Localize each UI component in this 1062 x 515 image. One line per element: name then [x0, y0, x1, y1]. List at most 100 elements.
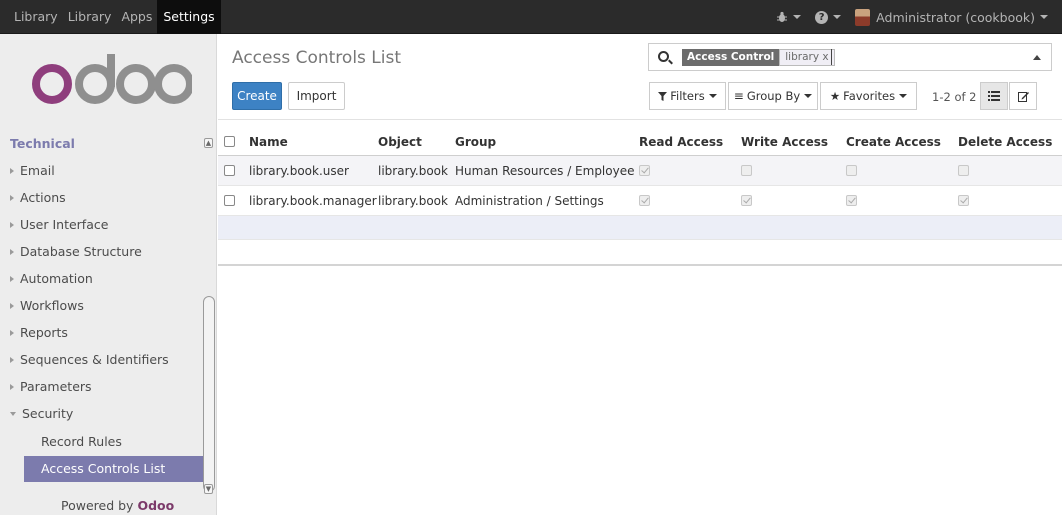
favorites-button[interactable]: ★ Favorites: [820, 82, 917, 110]
cell-group: Human Resources / Employee: [455, 163, 635, 178]
powered-by: Powered by Odoo: [61, 498, 174, 513]
menu-item-label: Sequences & Identifiers: [20, 352, 169, 367]
checkbox[interactable]: [224, 195, 235, 206]
bug-icon: [777, 11, 788, 22]
chevron-down-icon: [708, 94, 717, 98]
search-input[interactable]: [831, 49, 832, 65]
column-header-write-access[interactable]: Write Access: [741, 128, 828, 155]
caret-up-icon[interactable]: [1033, 55, 1041, 60]
select-all-checkbox[interactable]: [224, 128, 235, 155]
menu-item-reports[interactable]: Reports: [10, 325, 68, 340]
empty-row: [218, 216, 1062, 240]
create-access-checkbox: [846, 195, 857, 206]
favorites-label: Favorites: [843, 89, 896, 103]
cell-delete-access: [958, 156, 969, 185]
top-navbar: Library Library Apps Settings ? Administ…: [0, 0, 1062, 34]
table-row[interactable]: library.book.user library.book Human Res…: [218, 156, 1062, 186]
read-access-checkbox: [639, 165, 650, 176]
menu-item-security[interactable]: Security: [10, 406, 73, 421]
menu-item-label: Database Structure: [20, 244, 142, 259]
search-box[interactable]: Access Control library x: [648, 43, 1052, 71]
chevron-down-icon: [793, 15, 802, 19]
menu-item-sequences[interactable]: Sequences & Identifiers: [10, 352, 169, 367]
table-header: Name Object Group Read Access Write Acce…: [218, 128, 1062, 156]
create-button[interactable]: Create: [232, 82, 282, 110]
menu-item-email[interactable]: Email: [10, 163, 55, 178]
row-select-checkbox[interactable]: [224, 186, 235, 215]
column-header-name[interactable]: Name: [249, 128, 288, 155]
menu-item-label: Reports: [20, 325, 68, 340]
scroll-down-button[interactable]: ▼: [204, 484, 213, 494]
avatar: [855, 8, 871, 26]
user-menu[interactable]: Administrator (cookbook): [855, 8, 1048, 26]
cell-write-access: [741, 156, 752, 185]
search-facet[interactable]: Access Control library x: [682, 49, 835, 66]
list-view-button[interactable]: [980, 82, 1008, 110]
caret-right-icon: [10, 356, 14, 363]
table-row[interactable]: library.book.manager library.book Admini…: [218, 186, 1062, 216]
top-menu-library-1[interactable]: Library: [0, 0, 63, 34]
cell-name: library.book.user: [249, 163, 349, 178]
write-access-checkbox: [741, 165, 752, 176]
pager-value[interactable]: 1-2 of 2: [932, 90, 977, 104]
menu-item-automation[interactable]: Automation: [10, 271, 93, 286]
user-name: Administrator (cookbook): [876, 9, 1035, 25]
empty-row: [218, 240, 1062, 266]
caret-right-icon: [10, 248, 14, 255]
filter-icon: [658, 91, 668, 101]
cell-object: library.book: [378, 193, 448, 208]
write-access-checkbox: [741, 195, 752, 206]
top-menu-apps[interactable]: Apps: [116, 0, 157, 34]
column-header-read-access[interactable]: Read Access: [639, 128, 723, 155]
checkbox[interactable]: [224, 165, 235, 176]
menu-item-actions[interactable]: Actions: [10, 190, 66, 205]
caret-right-icon: [10, 329, 14, 336]
debug-menu[interactable]: [776, 11, 802, 23]
sub-item-record-rules[interactable]: Record Rules: [41, 434, 122, 449]
group-by-button[interactable]: ≡ Group By: [728, 82, 818, 110]
filters-button[interactable]: Filters: [649, 82, 726, 110]
menu-item-database-structure[interactable]: Database Structure: [10, 244, 142, 259]
odoo-logo: [32, 54, 192, 104]
caret-right-icon: [10, 194, 14, 201]
sidebar-scrollbar[interactable]: [203, 296, 215, 492]
delete-access-checkbox: [958, 165, 969, 176]
column-header-object[interactable]: Object: [378, 128, 422, 155]
facet-label: Access Control: [682, 49, 780, 66]
column-header-create-access[interactable]: Create Access: [846, 128, 941, 155]
list-view-icon: [988, 91, 1000, 101]
column-header-delete-access[interactable]: Delete Access: [958, 128, 1052, 155]
column-header-group[interactable]: Group: [455, 128, 496, 155]
row-select-checkbox[interactable]: [224, 156, 235, 185]
menu-item-parameters[interactable]: Parameters: [10, 379, 92, 394]
powered-by-brand[interactable]: Odoo: [137, 498, 174, 513]
import-button[interactable]: Import: [288, 82, 345, 110]
filters-label: Filters: [670, 89, 705, 103]
chevron-down-icon: [1040, 15, 1048, 19]
caret-right-icon: [10, 302, 14, 309]
menu-section-technical: Technical: [10, 136, 75, 151]
delete-access-checkbox: [958, 195, 969, 206]
form-view-button[interactable]: [1009, 82, 1037, 110]
menu-item-user-interface[interactable]: User Interface: [10, 217, 108, 232]
star-icon: ★: [829, 89, 841, 103]
menu-item-label: Automation: [20, 271, 93, 286]
cell-create-access: [846, 186, 857, 215]
scroll-up-button[interactable]: ▲: [204, 138, 213, 148]
checkbox[interactable]: [224, 136, 235, 147]
facet-value[interactable]: library x: [779, 49, 835, 66]
list-icon: ≡: [733, 89, 744, 103]
top-right-menu: ? Administrator (cookbook): [776, 0, 1062, 34]
cell-create-access: [846, 156, 857, 185]
chevron-down-icon: [899, 94, 908, 98]
help-menu[interactable]: ?: [815, 10, 842, 24]
menu-item-workflows[interactable]: Workflows: [10, 298, 84, 313]
sub-item-access-controls-list[interactable]: Access Controls List: [24, 456, 204, 482]
cell-write-access: [741, 186, 752, 215]
menu-item-label: User Interface: [20, 217, 109, 232]
caret-right-icon: [10, 383, 14, 390]
top-menu-library-2[interactable]: Library: [63, 0, 117, 34]
cell-read-access: [639, 156, 650, 185]
create-access-checkbox: [846, 165, 857, 176]
top-menu-settings[interactable]: Settings: [157, 0, 221, 34]
